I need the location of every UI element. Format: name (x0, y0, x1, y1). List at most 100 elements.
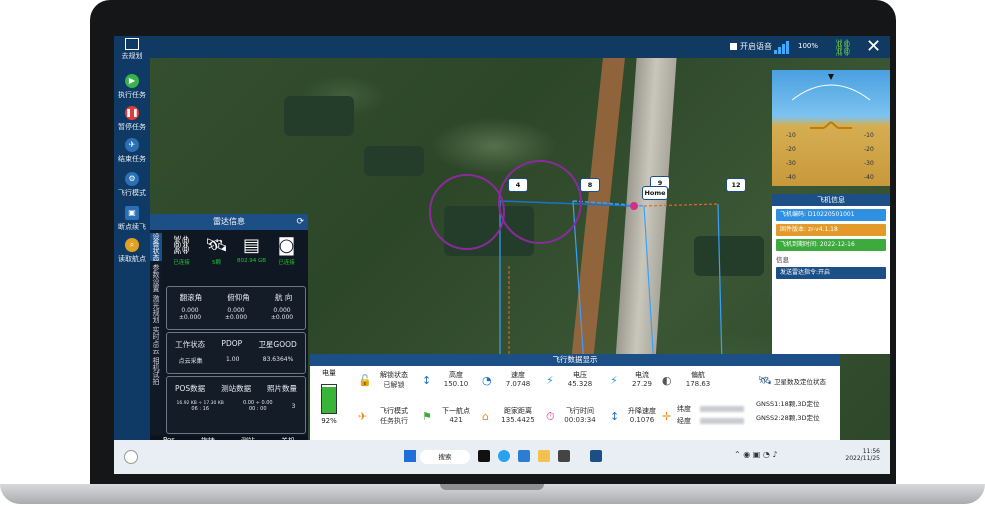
sidebar-item-label: 飞行模式 (118, 189, 146, 197)
satellite-status-label: 5颗 (212, 260, 221, 266)
route-segment (643, 205, 655, 367)
flight-mode-label: 飞行模式 (380, 407, 408, 415)
waypoint-marker[interactable]: 8 (580, 178, 600, 192)
tab-camera-test[interactable]: 相机试拍 (150, 357, 162, 385)
app-icon[interactable] (558, 450, 570, 462)
pitch-tick: -40 (786, 174, 796, 181)
sidebar-item-label: 执行任务 (118, 91, 146, 99)
flight-mode-value: 任务执行 (380, 417, 408, 425)
checkbox-icon[interactable] (730, 43, 737, 50)
close-icon[interactable]: ✕ (866, 36, 881, 57)
home-marker[interactable]: Home (642, 186, 668, 200)
current-icon: ⚡ (610, 374, 618, 387)
altitude-label: 高度 (449, 371, 463, 379)
windows-start-icon[interactable] (404, 450, 416, 462)
flight-time: 飞行时间 00:03:34 (556, 406, 604, 424)
waypoint-marker[interactable]: 4 (508, 178, 528, 192)
tab-device-status[interactable]: 设备状态 (150, 233, 162, 261)
attitude-graphic (791, 74, 871, 129)
heading-label: 航 向 (275, 293, 293, 302)
pitch-tick: -30 (864, 160, 874, 167)
attitude-indicator: -10 -10 -20 -20 -30 -30 -40 -40 (772, 70, 890, 186)
current: 电流 27.29 (618, 370, 666, 388)
mode-icon: ⚙ (125, 172, 139, 186)
work-status-headers: 工作状态 PDOP 卫星GOOD (167, 339, 305, 350)
turn-circle (429, 174, 505, 250)
pdop-value: 1.00 (226, 356, 240, 363)
edge-icon[interactable] (498, 450, 510, 462)
sidebar-logo[interactable]: 去规划 (114, 38, 150, 61)
flight-mode: 飞行模式 任务执行 (374, 406, 414, 426)
roll-value: 0.000 (181, 307, 199, 314)
latitude-label: 纬度 (677, 405, 691, 413)
satellite-good-label: 卫星GOOD (258, 340, 297, 349)
angles-headers: 翻滚角 俯仰角 航 向 (167, 292, 305, 303)
sidebar-item-pause[interactable]: ❚❚ 暂停任务 (114, 106, 150, 132)
camera-status-label: 已连接 (278, 260, 295, 266)
folder-icon[interactable] (538, 450, 550, 462)
home-distance-value: 135.4425 (501, 416, 535, 424)
longitude-value-blurred (700, 418, 744, 424)
flight-time-label: 飞行时间 (566, 407, 594, 415)
plan-icon (125, 38, 139, 50)
weather-icon[interactable] (124, 450, 138, 464)
climb-rate-value: 0.1076 (629, 416, 655, 424)
gnss-icon: 🛰 (758, 374, 772, 387)
firmware-row: 固件版本: zr-v4.1.18 (776, 224, 886, 236)
pitch-tick: -10 (864, 132, 874, 139)
sidebar-item-execute[interactable]: ▶ 执行任务 (114, 74, 150, 100)
waypoint-marker[interactable]: 12 (726, 178, 746, 192)
next-waypoint: 下一航点 421 (432, 406, 480, 424)
connection-icon[interactable]: ⛓ (833, 38, 853, 57)
roll-pointer (828, 74, 834, 80)
pos-values: 16.92 KB ÷ 17.30 KB 06 : 16 0.00 ÷ 0.00 00… (167, 400, 305, 412)
ground-station-app-icon[interactable] (590, 450, 602, 462)
battery-icon (321, 384, 337, 414)
pause-icon: ❚❚ (125, 106, 139, 120)
speed-label: 速度 (511, 371, 525, 379)
system-tray-icons[interactable]: ⌃ ◉ ▣ ◔ ♪ (734, 450, 814, 462)
sidebar-item-read-waypoints[interactable]: ⌕ 读取航点 (114, 238, 150, 264)
battery-label: 电量 (322, 369, 336, 377)
voltage-icon: ⚡ (546, 374, 554, 387)
yaw-icon: ◐ (662, 374, 672, 387)
roll-arc (791, 84, 871, 101)
camera-icon: ◙ (277, 235, 296, 256)
sidebar-item-end[interactable]: ✈ 结束任务 (114, 138, 150, 164)
voltage-value: 45.328 (567, 380, 593, 388)
lock-state-label: 解锁状态 (380, 371, 408, 379)
altitude-icon: ↕ (422, 374, 432, 387)
clock-date: 2022/11/25 (845, 455, 880, 462)
next-waypoint-icon: ⚑ (422, 410, 432, 423)
tab-params[interactable]: 参数设置 (150, 264, 162, 292)
angles-values: 0.000 ±0.000 0.000 ±0.000 0.000 ±0.000 (167, 307, 305, 321)
clock-time: 11:56 (862, 448, 880, 455)
radar-panel-header: 雷达信息 ⟳ (150, 214, 308, 230)
radar-panel: 雷达信息 ⟳ 设备状态 参数设置 激光规划 实时点云 相机试拍 ⛓ 已连接 🛰 … (150, 214, 308, 450)
refresh-icon[interactable]: ⟳ (296, 214, 304, 230)
voice-toggle[interactable]: 开启语音 (730, 41, 772, 52)
sidebar-item-flight-mode[interactable]: ⚙ 飞行模式 (114, 172, 150, 198)
turn-circle (498, 160, 582, 244)
home-distance-label: 距家距离 (504, 407, 532, 415)
yaw: 偏航 178.63 (674, 370, 722, 388)
next-waypoint-label: 下一航点 (442, 407, 470, 415)
taskbar-search[interactable]: 搜索 (420, 450, 470, 464)
sidebar-item-resume[interactable]: ▣ 断点续飞 (114, 206, 150, 232)
task-view-icon[interactable] (478, 450, 490, 462)
top-bar: 开启语音 100% ⛓ ✕ (114, 36, 890, 58)
store-icon[interactable] (518, 450, 530, 462)
tab-point-cloud[interactable]: 实时点云 (150, 326, 162, 354)
taskbar: 搜索 ⌃ ◉ ▣ ◔ ♪ 11:56 2022/11/25 (114, 440, 890, 474)
next-waypoint-value: 421 (449, 416, 463, 424)
taskbar-clock[interactable]: 11:56 2022/11/25 (834, 448, 880, 462)
battery-gauge: 电量 92% (314, 368, 344, 444)
tab-laser-plan[interactable]: 激光规划 (150, 295, 162, 323)
satellite-status: 🛰 5颗 (202, 234, 232, 282)
laptop-notch (440, 484, 544, 490)
sidebar-logo-label: 去规划 (121, 52, 143, 60)
play-icon: ▶ (125, 74, 139, 88)
pitch-label: 俯仰角 (227, 293, 250, 302)
pitch-value: 0.000 (227, 307, 245, 314)
pitch-error: ±0.000 (224, 314, 248, 321)
